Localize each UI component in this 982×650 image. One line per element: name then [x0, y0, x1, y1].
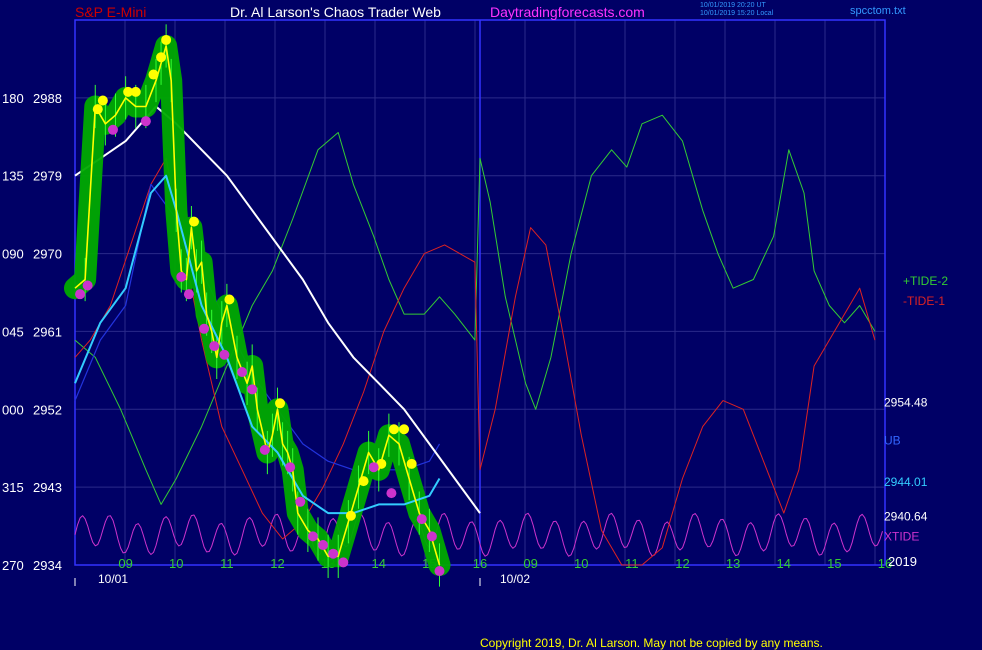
top-marker	[92, 104, 103, 115]
bottom-marker	[82, 280, 93, 291]
x-tick-label: 09	[523, 556, 537, 571]
x-tick-label: 12	[675, 556, 689, 571]
x-tick-label: 15	[827, 556, 841, 571]
x-tick-label: 10	[169, 556, 183, 571]
x-tick-label: 11	[625, 556, 639, 571]
year-label: 2019	[888, 554, 917, 569]
top-marker	[406, 458, 417, 469]
right-label-2944-01: 2944.01	[884, 475, 928, 489]
y-tide-label: 090	[2, 247, 24, 262]
x-tick-label: 14	[372, 556, 386, 571]
bottom-marker	[426, 531, 437, 542]
top-marker	[388, 424, 399, 435]
top-marker	[345, 510, 356, 521]
chaos-trader-chart: 2934 270 2943 315 2952 000 2961 045 2970 090 2979 1…	[2, 19, 948, 587]
bottom-marker	[368, 462, 379, 473]
right-label-2954-48: 2954.48	[884, 395, 928, 409]
x-tick-label: 16	[473, 556, 487, 571]
y-tick-label: 2961	[33, 324, 62, 339]
bottom-marker	[176, 271, 187, 282]
bottom-marker	[183, 289, 194, 300]
xtide-line	[74, 512, 883, 557]
bottom-marker	[140, 116, 151, 127]
bottom-marker	[328, 548, 339, 559]
y-tick-label: 2988	[33, 91, 62, 106]
x-tick-label: 10	[574, 556, 588, 571]
x-tick-label: 13	[726, 556, 740, 571]
right-label-2940-64: 2940.64	[884, 510, 928, 524]
top-marker	[399, 424, 410, 435]
copyright-notice: Copyright 2019, Dr. Al Larson. May not b…	[480, 636, 823, 650]
bottom-marker	[259, 444, 270, 455]
symbol-title: S&P E-Mini	[75, 4, 147, 20]
y-tick-label: 2952	[33, 402, 62, 417]
y-tick-label: 2970	[33, 247, 62, 262]
y-tide-label: 180	[2, 91, 24, 106]
top-marker	[188, 216, 199, 227]
y-tide-label: 045	[2, 324, 24, 339]
x-tick-label: 11	[220, 556, 234, 571]
y-tide-label: 135	[2, 169, 24, 184]
y-tide-label: 270	[2, 558, 24, 573]
top-marker	[275, 398, 286, 409]
top-marker	[224, 294, 235, 305]
site-link[interactable]: Daytradingforecasts.com	[490, 5, 645, 19]
legend-tide-plus2: +TIDE-2	[903, 274, 948, 288]
bottom-marker	[209, 341, 220, 352]
chart-title: Dr. Al Larson's Chaos Trader Web	[230, 4, 441, 20]
right-label-xtide: XTIDE	[884, 529, 919, 543]
bottom-marker	[434, 566, 445, 576]
top-marker	[161, 34, 172, 45]
bottom-marker	[237, 367, 248, 378]
bottom-marker	[247, 384, 258, 395]
top-marker	[156, 52, 167, 63]
file-name: spcctom.txt	[850, 5, 906, 17]
y-tick-label: 2943	[33, 480, 62, 495]
date-label: 10/01	[98, 572, 128, 586]
bottom-marker	[318, 540, 329, 551]
bottom-marker	[285, 462, 296, 473]
date-label: 10/02	[500, 572, 530, 586]
bottom-marker	[338, 557, 349, 568]
bottom-marker	[295, 496, 306, 507]
bottom-marker	[416, 514, 427, 525]
x-tick-label: 09	[118, 556, 132, 571]
legend-tide-minus1: -TIDE-1	[903, 294, 945, 308]
top-marker	[358, 476, 369, 487]
top-marker	[97, 95, 108, 106]
y-tick-label: 2979	[33, 169, 62, 184]
bottom-marker	[386, 488, 397, 499]
bottom-marker	[75, 289, 86, 300]
y-tide-label: 315	[2, 480, 24, 495]
bottom-marker	[219, 349, 230, 360]
bottom-marker	[107, 124, 118, 135]
top-marker	[130, 86, 141, 97]
timestamp-local: 10/01/2019 15:20 Local	[700, 10, 774, 17]
bottom-marker	[199, 323, 210, 334]
x-tick-label: 14	[777, 556, 791, 571]
y-tick-label: 2934	[33, 558, 62, 573]
top-marker	[148, 69, 159, 80]
y-tide-label: 000	[2, 402, 24, 417]
x-tick-label: 12	[270, 556, 284, 571]
bottom-marker	[307, 531, 318, 542]
timestamp-ut: 10/01/2019 20:20 UT	[700, 2, 766, 9]
right-label-ub: UB	[884, 433, 901, 447]
